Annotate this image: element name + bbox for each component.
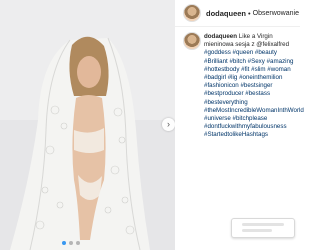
- post-photo[interactable]: ›: [0, 0, 175, 250]
- caption-username[interactable]: dodaqueen: [204, 33, 237, 40]
- hashtag-line[interactable]: #hottestbody #fit #slim #woman: [204, 66, 299, 74]
- carousel-next-button[interactable]: ›: [162, 118, 175, 131]
- placeholder-bar: [242, 223, 284, 226]
- post-header: dodaqueen • Obserwowanie: [175, 0, 300, 27]
- carousel-indicator: [62, 241, 80, 245]
- hashtag-line[interactable]: #universe #bitchplease: [204, 115, 299, 123]
- carousel-dot: [76, 241, 80, 245]
- following-button[interactable]: Obserwowanie: [253, 10, 299, 17]
- placeholder-bar: [242, 229, 272, 232]
- hashtag-line[interactable]: #fashionicon #bestsinger: [204, 82, 299, 90]
- caption-line-2: mieninowa sesja z @felixalfred: [204, 41, 290, 49]
- carousel-dot: [62, 241, 66, 245]
- hashtag-line[interactable]: #theMostIncredibleWomanInthWorld: [204, 107, 304, 115]
- hashtag-line[interactable]: #besteverything: [204, 99, 299, 107]
- hashtag-line[interactable]: #goddess #queen #beauty: [204, 49, 299, 57]
- caption-text: dodaqueen Like a Virgin mieninowa sesja …: [204, 33, 304, 140]
- post-sidebar: dodaqueen • Obserwowanie dodaqueen Like …: [175, 0, 304, 250]
- hashtag-line[interactable]: #badgirl #lig #oneinthemilion: [204, 74, 299, 82]
- username-link[interactable]: dodaqueen: [206, 9, 246, 18]
- avatar[interactable]: [183, 32, 201, 50]
- hashtag-line[interactable]: #Brilliant #bitch #Sexy #amazing: [204, 58, 299, 66]
- photo-illustration: [0, 0, 175, 250]
- caption-line-1: Like a Virgin: [238, 33, 273, 40]
- avatar[interactable]: [183, 4, 201, 22]
- hashtag-line[interactable]: #bestproducer #bestass: [204, 90, 299, 98]
- hashtag-line[interactable]: #StartedtolikeHashtags: [204, 131, 299, 139]
- hashtag-list: #goddess #queen #beauty #Brilliant #bitc…: [204, 49, 304, 139]
- comment-placeholder-bubble: [231, 218, 295, 238]
- separator-dot: •: [248, 8, 251, 18]
- hashtag-line[interactable]: #dontfuckwithmyfabulousness: [204, 123, 299, 131]
- carousel-dot: [69, 241, 73, 245]
